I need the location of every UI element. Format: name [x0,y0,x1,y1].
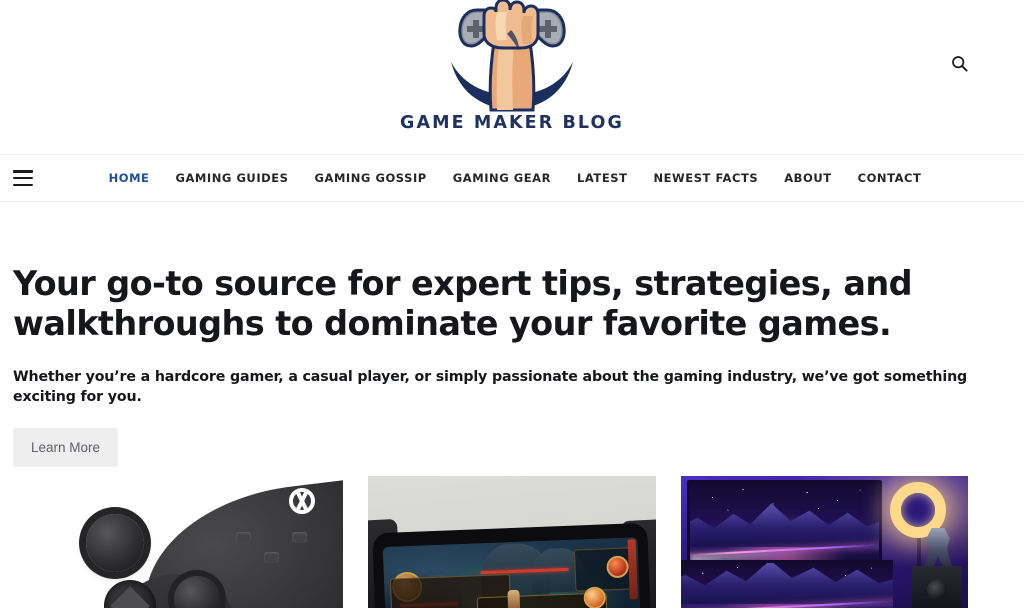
nav-item-gaming-gossip[interactable]: GAMING GOSSIP [302,171,440,185]
nav-item-newest-facts[interactable]: NEWEST FACTS [640,171,771,185]
hero-section: Your go-to source for expert tips, strat… [0,202,1024,467]
controller-view-button [236,532,252,543]
controller-share-button [264,552,280,563]
hamburger-bar [13,176,33,180]
site-header: GAME MAKER BLOG Search [0,0,1024,155]
brand-name: GAME MAKER BLOG [399,113,625,133]
nav-item-gaming-guides[interactable]: GAMING GUIDES [162,171,301,185]
gallery-image-xbox-controller[interactable]: Close-up of a black Xbox wireless contro… [56,476,344,608]
desk-speaker [911,566,962,608]
player-character [507,589,521,608]
page-title: Your go-to source for expert tips, strat… [13,264,913,343]
search-icon [951,55,968,72]
controller-menu-button [292,532,308,543]
main-navigation: HOME GAMING GUIDES GAMING GOSSIP GAMING … [0,155,1024,202]
controller-left-stick [86,514,144,572]
image-gallery: Close-up of a black Xbox wireless contro… [0,476,1024,608]
nav-item-gaming-gear[interactable]: GAMING GEAR [440,171,564,185]
hamburger-bar [13,170,33,173]
search-button[interactable]: Search [946,50,972,76]
primary-monitor [686,480,882,566]
site-logo[interactable]: GAME MAKER BLOG [382,0,642,150]
hamburger-menu-icon[interactable] [13,170,33,186]
hamburger-bar [13,183,33,186]
game-screen [382,537,642,608]
nav-item-latest[interactable]: LATEST [564,171,640,185]
learn-more-button[interactable]: Learn More [13,427,119,467]
fist-holding-gamepad-logo [451,0,573,112]
game-sidebar-rail [628,539,639,600]
secondary-monitor [680,560,893,608]
gallery-image-mobile-gaming[interactable]: Smartphone in a clip-on gamepad controll… [368,476,656,608]
gallery-image-gaming-desk[interactable]: Gaming desk with monitors showing a synt… [680,476,968,608]
nav-item-home[interactable]: HOME [96,171,163,185]
hero-subtitle: Whether you’re a hardcore gamer, a casua… [13,369,968,406]
gallery-caption: Close-up of a black Xbox wireless contro… [56,476,57,477]
nav-list: HOME GAMING GUIDES GAMING GOSSIP GAMING … [90,171,935,185]
nav-item-about[interactable]: ABOUT [771,171,844,185]
nav-item-contact[interactable]: CONTACT [845,171,935,185]
